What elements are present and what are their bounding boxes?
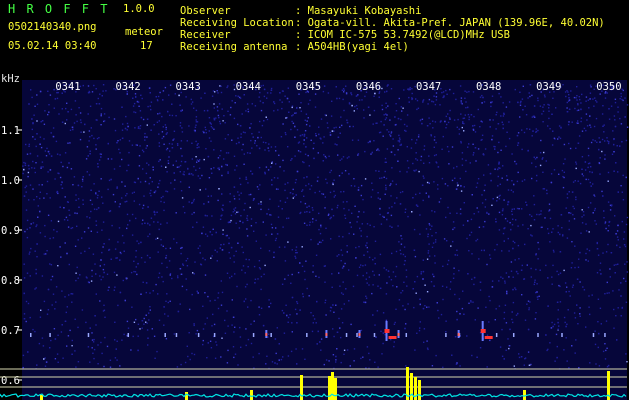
carrier-blip bbox=[87, 333, 90, 337]
histogram-bar bbox=[334, 378, 337, 400]
carrier-blip bbox=[306, 333, 308, 337]
time-label: 0343 bbox=[176, 81, 201, 93]
carrier-blip bbox=[345, 333, 348, 337]
carrier-blip bbox=[270, 333, 272, 337]
carrier-blip bbox=[561, 333, 563, 337]
carrier-blip bbox=[127, 333, 130, 337]
hrofft-window: H R O F F T 1.0.0 0502140340.png meteor … bbox=[0, 0, 629, 400]
histogram-bar bbox=[40, 395, 43, 400]
freq-label: 0.7 bbox=[1, 325, 20, 337]
carrier-blip bbox=[252, 333, 255, 337]
carrier-blip bbox=[175, 333, 178, 337]
time-label: 0348 bbox=[476, 81, 501, 93]
time-label: 0346 bbox=[356, 81, 381, 93]
histogram-bar bbox=[185, 392, 188, 400]
carrier-blip bbox=[495, 333, 498, 337]
carrier-blip bbox=[445, 333, 447, 337]
freq-label: 0.9 bbox=[1, 225, 20, 237]
time-label: 0350 bbox=[596, 81, 621, 93]
histogram-bar bbox=[250, 390, 253, 400]
carrier-blip bbox=[592, 333, 595, 337]
time-label: 0341 bbox=[55, 81, 80, 93]
freq-label: 1.0 bbox=[1, 175, 20, 187]
freq-label: 0.8 bbox=[1, 275, 20, 287]
time-label: 0345 bbox=[296, 81, 321, 93]
carrier-blip bbox=[405, 333, 408, 337]
histogram-bar bbox=[523, 390, 526, 400]
time-label: 0347 bbox=[416, 81, 441, 93]
meteor-echo bbox=[457, 330, 460, 338]
meteor-echo bbox=[358, 330, 361, 338]
carrier-blip bbox=[164, 333, 166, 337]
carrier-blip bbox=[604, 333, 606, 337]
carrier-blip bbox=[49, 333, 51, 337]
carrier-blip bbox=[512, 333, 515, 337]
carrier-blip bbox=[30, 333, 32, 337]
histogram-bar bbox=[418, 380, 421, 400]
freq-label: 1.1 bbox=[1, 125, 20, 137]
time-label: 0349 bbox=[536, 81, 561, 93]
meteor-echo bbox=[325, 330, 328, 338]
time-label: 0344 bbox=[236, 81, 261, 93]
carrier-blip bbox=[197, 333, 200, 337]
meteor-echo bbox=[397, 330, 400, 338]
carrier-blip bbox=[356, 333, 358, 337]
carrier-blip bbox=[373, 333, 376, 337]
time-label: 0342 bbox=[115, 81, 140, 93]
spectrogram-background bbox=[22, 80, 627, 400]
meteor-echo bbox=[265, 330, 268, 338]
carrier-blip bbox=[213, 333, 216, 337]
carrier-blip bbox=[537, 333, 539, 337]
spectrogram-plot: 0341 0342 0343 0344 0345 0346 0347 0348 0349 0350… bbox=[0, 80, 629, 400]
